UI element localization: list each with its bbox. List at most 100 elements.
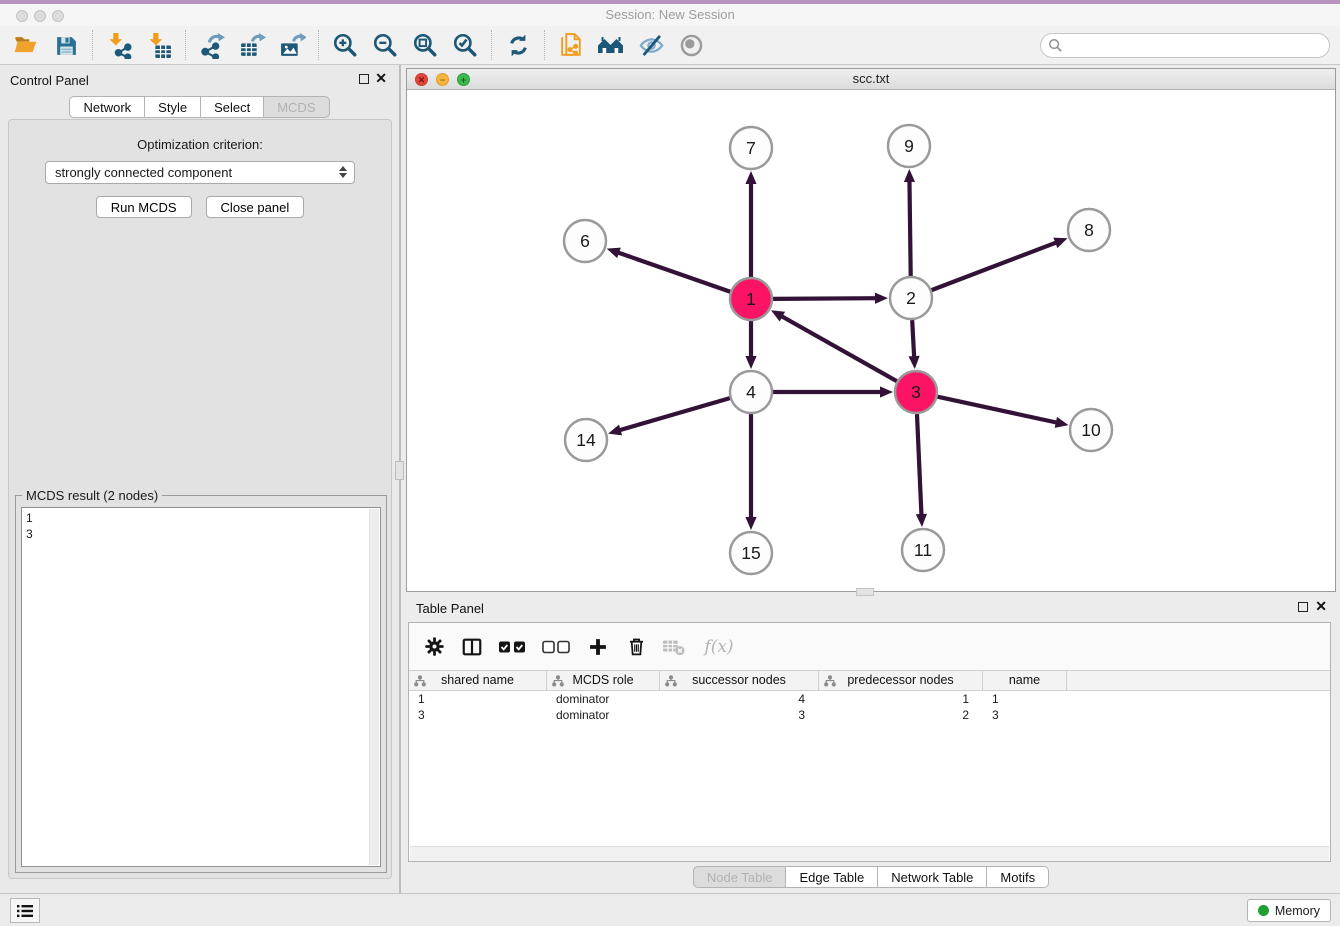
- search-input[interactable]: [1040, 33, 1330, 58]
- graph-edge-4-14[interactable]: [618, 398, 730, 431]
- table-close-icon[interactable]: ✕: [1315, 599, 1327, 613]
- network-canvas[interactable]: 7 9 6 8 1 2 4 3 14 10 15 11: [407, 90, 1335, 591]
- tab-mcds[interactable]: MCDS: [264, 96, 329, 118]
- graph-node-6[interactable]: 6: [564, 220, 606, 262]
- table-tab-motifs[interactable]: Motifs: [987, 866, 1049, 888]
- hierarchy-icon: [665, 675, 677, 687]
- float-panel-icon[interactable]: [359, 74, 369, 84]
- graph-node-11[interactable]: 11: [902, 529, 944, 571]
- zoom-selected-button[interactable]: [445, 29, 485, 61]
- column-header-name[interactable]: name: [983, 671, 1067, 690]
- graph-edge-1-2[interactable]: [773, 298, 878, 299]
- table-cell[interactable]: 3: [983, 707, 1067, 723]
- hide-all-columns-button[interactable]: [539, 632, 575, 662]
- memory-button[interactable]: Memory: [1247, 899, 1331, 922]
- zoom-fit-button[interactable]: [405, 29, 445, 61]
- network-close-button[interactable]: ✕: [415, 73, 428, 86]
- export-table-button[interactable]: [232, 29, 272, 61]
- control-panel-title: Control Panel: [10, 73, 89, 88]
- delete-columns-button[interactable]: [621, 632, 651, 662]
- graph-node-10[interactable]: 10: [1070, 409, 1112, 451]
- create-column-button[interactable]: [583, 632, 613, 662]
- graph-edge-3-11[interactable]: [917, 414, 922, 517]
- table-cell[interactable]: dominator: [547, 691, 660, 707]
- table-cell[interactable]: 1: [983, 691, 1067, 707]
- import-table-button[interactable]: [139, 29, 179, 61]
- table-cell[interactable]: 1: [819, 691, 983, 707]
- edge-arrowhead: [904, 169, 915, 182]
- open-app-store-button[interactable]: [551, 29, 591, 61]
- table-settings-button[interactable]: [419, 632, 449, 662]
- graph-edge-2-8[interactable]: [932, 242, 1059, 290]
- split-panel-button[interactable]: [457, 632, 487, 662]
- export-network-button[interactable]: [192, 29, 232, 61]
- graph-node-14[interactable]: 14: [565, 419, 607, 461]
- column-header-predecessor-nodes[interactable]: predecessor nodes: [819, 671, 983, 690]
- task-history-button[interactable]: [10, 898, 40, 923]
- graph-node-3[interactable]: 3: [895, 371, 937, 413]
- column-header-MCDS-role[interactable]: MCDS role: [547, 671, 660, 690]
- app-close-button[interactable]: [16, 10, 28, 22]
- result-scrollbar[interactable]: [369, 509, 379, 865]
- delete-table-button[interactable]: [659, 632, 689, 662]
- app-zoom-button[interactable]: [52, 10, 64, 22]
- table-cell[interactable]: 1: [409, 691, 547, 707]
- table-cell[interactable]: dominator: [547, 707, 660, 723]
- table-tabs: Node TableEdge TableNetwork TableMotifs: [406, 866, 1336, 888]
- column-header-successor-nodes[interactable]: successor nodes: [660, 671, 819, 690]
- graph-node-1[interactable]: 1: [730, 278, 772, 320]
- graph-node-2[interactable]: 2: [890, 277, 932, 319]
- edge-arrowhead: [745, 517, 756, 530]
- zoom-out-button[interactable]: [365, 29, 405, 61]
- tab-network[interactable]: Network: [69, 96, 145, 118]
- close-panel-button[interactable]: Close panel: [206, 196, 305, 218]
- table-cell[interactable]: 2: [819, 707, 983, 723]
- export-image-button[interactable]: [272, 29, 312, 61]
- graph-edge-3-10[interactable]: [937, 397, 1058, 423]
- import-network-button[interactable]: [99, 29, 139, 61]
- table-cell[interactable]: 4: [660, 691, 819, 707]
- mcds-result-area[interactable]: 13: [21, 507, 381, 867]
- graph-node-7[interactable]: 7: [730, 127, 772, 169]
- graph-node-15[interactable]: 15: [730, 532, 772, 574]
- save-session-button[interactable]: [46, 29, 86, 61]
- open-session-button[interactable]: [6, 29, 46, 61]
- table-cell[interactable]: 3: [409, 707, 547, 723]
- graph-edge-2-3[interactable]: [912, 320, 914, 359]
- optimization-criterion-select[interactable]: strongly connected component: [45, 161, 355, 184]
- table-horizontal-scrollbar[interactable]: [410, 846, 1329, 861]
- network-minimize-button[interactable]: −: [436, 73, 449, 86]
- refresh-button[interactable]: [498, 29, 538, 61]
- graph-edge-3-1[interactable]: [780, 315, 897, 381]
- tab-style[interactable]: Style: [145, 96, 201, 118]
- show-all-networks-button[interactable]: [591, 29, 631, 61]
- table-float-icon[interactable]: [1298, 602, 1308, 612]
- table-panel-header: Table Panel ✕: [406, 593, 1340, 619]
- graph-node-4[interactable]: 4: [730, 371, 772, 413]
- network-maximize-button[interactable]: +: [457, 73, 470, 86]
- network-graph: 7 9 6 8 1 2 4 3 14 10 15 11: [407, 90, 1335, 591]
- app-minimize-button[interactable]: [34, 10, 46, 22]
- hide-graphics-details-button[interactable]: [631, 29, 671, 61]
- table-row[interactable]: 1dominator411: [409, 691, 1330, 707]
- run-mcds-button[interactable]: Run MCDS: [96, 196, 192, 218]
- node-label: 4: [746, 382, 756, 402]
- zoom-in-button[interactable]: [325, 29, 365, 61]
- table-row[interactable]: 3dominator323: [409, 707, 1330, 723]
- graph-node-9[interactable]: 9: [888, 125, 930, 167]
- network-window-titlebar[interactable]: ✕ − + scc.txt: [407, 69, 1335, 90]
- table-cell[interactable]: 3: [660, 707, 819, 723]
- close-panel-icon[interactable]: ✕: [375, 71, 387, 85]
- table-tab-edge-table[interactable]: Edge Table: [786, 866, 878, 888]
- graph-edge-1-6[interactable]: [616, 252, 730, 292]
- panel-splitter-handle[interactable]: [395, 461, 404, 480]
- show-all-columns-button[interactable]: [495, 632, 531, 662]
- table-tab-node-table[interactable]: Node Table: [693, 866, 787, 888]
- tab-select[interactable]: Select: [201, 96, 264, 118]
- table-tab-network-table[interactable]: Network Table: [878, 866, 987, 888]
- show-graphics-details-button[interactable]: [671, 29, 711, 61]
- graph-edge-2-9[interactable]: [909, 179, 910, 276]
- column-header-shared-name[interactable]: shared name: [409, 671, 547, 690]
- graph-node-8[interactable]: 8: [1068, 209, 1110, 251]
- function-builder-button[interactable]: f(x): [697, 632, 741, 662]
